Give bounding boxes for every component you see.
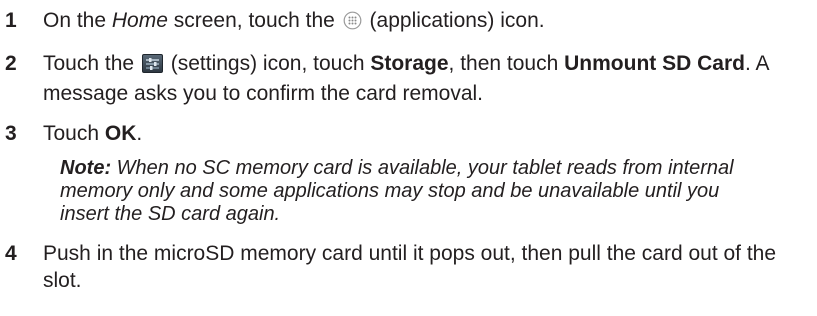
ok-term: OK (104, 122, 137, 145)
note-label: Note: (60, 157, 112, 179)
step-3: 3 Touch OK. (0, 120, 817, 147)
applications-icon (343, 10, 362, 37)
step-text: Push in the microSD memory card until it… (43, 242, 777, 292)
note-text: When no SC memory card is available, you… (60, 157, 734, 225)
instruction-steps: 1 On the Home screen, touch the (applica… (0, 0, 817, 294)
home-screen-term: Home (111, 9, 168, 32)
step-text: screen, touch the (167, 9, 341, 32)
step-1: 1 On the Home screen, touch the (applica… (0, 7, 817, 37)
note: Note: When no SC memory card is availabl… (0, 157, 740, 226)
step-number: 4 (5, 242, 17, 265)
storage-term: Storage (370, 52, 449, 75)
step-text: . (136, 122, 143, 145)
step-2: 2 Touch the (settings) icon, touch Stora… (0, 50, 817, 107)
step-text: (applications) icon. (363, 9, 545, 32)
step-text: Touch the (43, 52, 140, 75)
step-number: 2 (5, 52, 17, 75)
step-text: Touch (43, 122, 105, 145)
step-number: 3 (5, 122, 17, 145)
step-text: , then touch (448, 52, 565, 75)
unmount-sd-card-term: Unmount SD Card (564, 52, 745, 75)
settings-icon (141, 53, 163, 80)
step-number: 1 (5, 9, 17, 32)
step-4: 4 Push in the microSD memory card until … (0, 240, 817, 294)
step-text: (settings) icon, touch (164, 52, 371, 75)
step-text: On the (43, 9, 112, 32)
